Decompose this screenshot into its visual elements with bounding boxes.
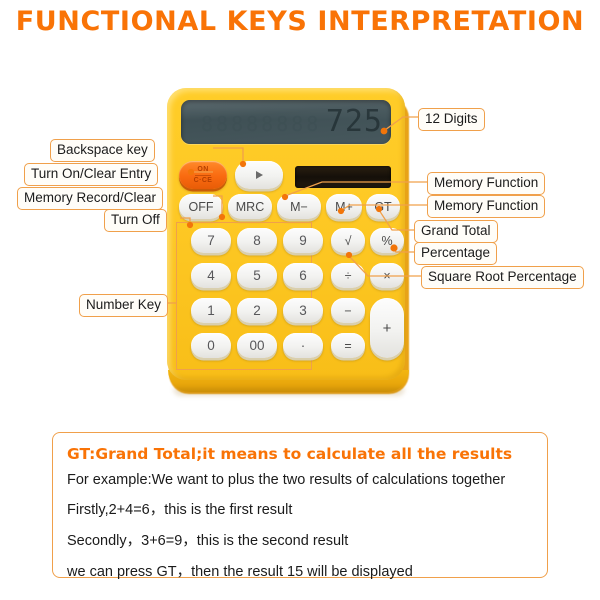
page-title: FUNCTIONAL KEYS INTERPRETATION [15,6,585,37]
mrc-button[interactable]: MRC [228,194,272,219]
memory-plus-button[interactable]: M+ [326,194,362,219]
key-9[interactable]: 9 [283,228,323,253]
plus-button[interactable]: + [370,298,404,358]
key-2[interactable]: 2 [237,298,277,323]
backspace-button[interactable] [235,161,283,189]
key-double-zero[interactable]: 00 [237,333,277,358]
equals-button[interactable]: = [331,333,365,358]
callout-percentage: Percentage [414,242,498,265]
memory-minus-button[interactable]: M− [277,194,321,219]
info-line-3: Secondly，3+6=9，this is the second result [67,533,349,549]
key-7[interactable]: 7 [191,228,231,253]
callout-memory-function-minus: Memory Function [427,172,546,195]
callout-grand-total: Grand Total [414,220,498,243]
lcd-display: 88888888 725 [181,100,391,144]
grand-total-button[interactable]: GT [366,194,400,219]
info-line-1: For example:We want to plus the two resu… [67,472,506,488]
grand-total-info-box: GT:Grand Total;it means to calculate all… [52,432,548,580]
square-root-button[interactable]: √ [331,228,365,253]
backspace-arrow-icon [255,171,263,179]
solar-panel [295,166,391,188]
calculator-base-shadow [173,388,405,396]
info-line-2: Firstly,2+4=6，this is the first result [67,502,293,518]
callout-12-digits: 12 Digits [418,108,485,131]
info-line-4: we can press GT，then the result 15 will … [67,564,413,580]
on-label: ON [197,166,209,173]
lcd-digits: 725 [325,104,383,139]
key-1[interactable]: 1 [191,298,231,323]
key-0[interactable]: 0 [191,333,231,358]
minus-button[interactable]: − [331,298,365,323]
key-8[interactable]: 8 [237,228,277,253]
off-button[interactable]: OFF [179,194,223,219]
callout-square-root-percentage: Square Root Percentage [421,266,584,289]
percent-button[interactable]: % [370,228,404,253]
key-5[interactable]: 5 [237,263,277,288]
calculator: 88888888 725 ON C·CE OFF MRC M− M+ GT 7 … [167,88,409,396]
key-6[interactable]: 6 [283,263,323,288]
key-decimal-point[interactable]: · [283,333,323,358]
clear-entry-label: C·CE [193,176,213,184]
divide-button[interactable]: ÷ [331,263,365,288]
on-divider [195,174,211,176]
callout-memory-function-plus: Memory Function [427,195,546,218]
info-heading: GT:Grand Total;it means to calculate all… [67,445,513,463]
key-4[interactable]: 4 [191,263,231,288]
lcd-ghost-segments: 88888888 [201,112,322,136]
callout-memory-record-clear: Memory Record/Clear [17,187,164,210]
callout-number-key: Number Key [79,294,169,317]
callout-backspace-key: Backspace key [50,139,155,162]
key-3[interactable]: 3 [283,298,323,323]
multiply-button[interactable]: × [370,263,404,288]
on-clear-entry-button[interactable]: ON C·CE [179,161,227,189]
callout-turn-on-clear-entry: Turn On/Clear Entry [24,163,159,186]
callout-turn-off: Turn Off [104,209,167,232]
